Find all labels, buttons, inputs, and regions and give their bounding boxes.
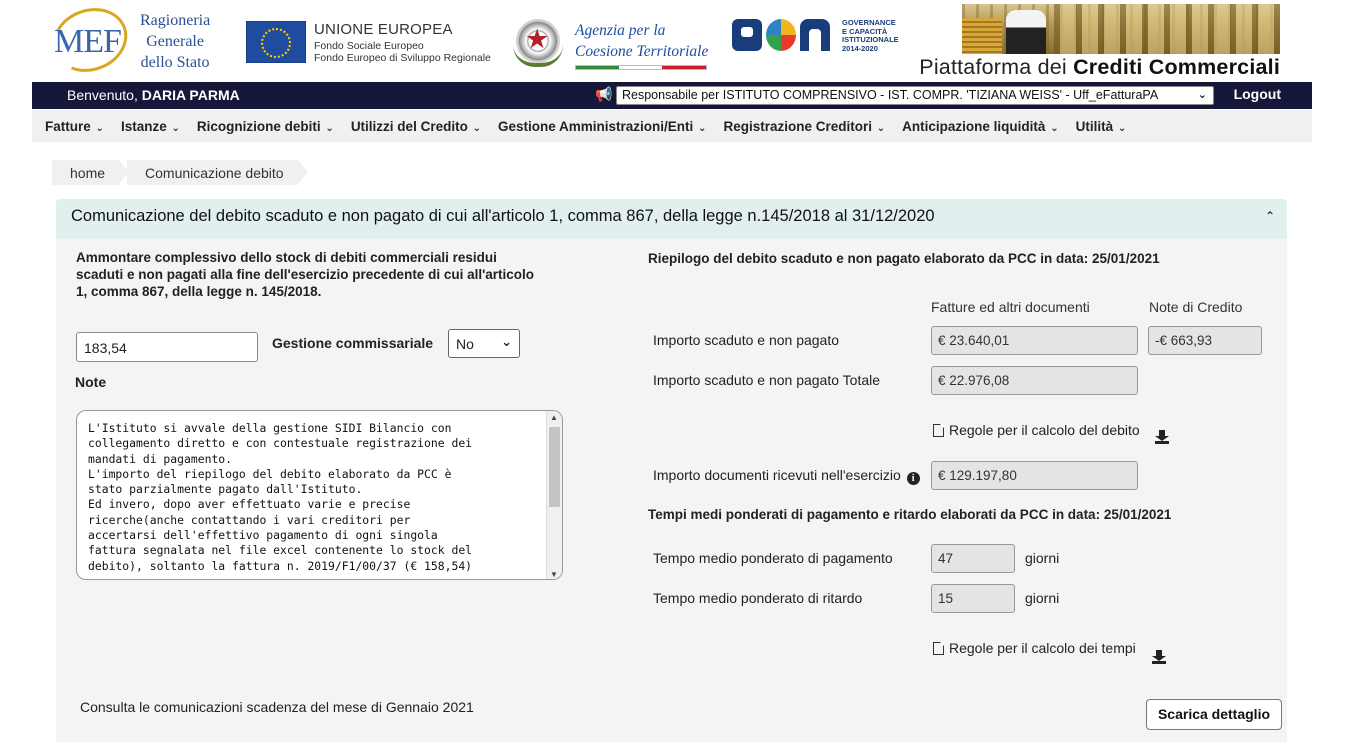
main-menu: Fatture ⌄ Istanze ⌄ Ricognizione debiti …	[32, 110, 1312, 142]
breadcrumb-home[interactable]: home	[52, 160, 130, 185]
agenzia-coesione-logo: Agenzia per la Coesione Territoriale	[575, 20, 710, 72]
logout-link[interactable]: Logout	[1234, 86, 1281, 102]
header-banner-image	[962, 4, 1280, 54]
note-label: Note	[75, 374, 107, 390]
user-bar: Benvenuto, DARIA PARMA 📢 Responsabile pe…	[32, 82, 1312, 109]
chevron-down-icon: ⌄	[92, 123, 104, 134]
chevron-down-icon: ⌄	[1197, 89, 1207, 101]
menu-anticipazione-liquidita[interactable]: Anticipazione liquidità ⌄	[902, 110, 1075, 134]
amount-label: Ammontare complessivo dello stock di deb…	[76, 250, 535, 299]
tempo-pagamento-label: Tempo medio ponderato di pagamento	[653, 550, 893, 566]
pon-logo: GOVERNANCE E CAPACITÀ ISTITUZIONALE 2014…	[732, 17, 922, 57]
chevron-down-icon: ⌄	[168, 123, 180, 134]
panel-header[interactable]: Comunicazione del debito scaduto e non p…	[56, 199, 1287, 239]
tempo-ritardo-label: Tempo medio ponderato di ritardo	[653, 590, 863, 606]
role-select[interactable]: Responsabile per ISTITUTO COMPRENSIVO - …	[616, 86, 1214, 105]
menu-fatture[interactable]: Fatture ⌄	[45, 110, 121, 134]
site-header: MEF Ragioneria Generale dello Stato UNIO…	[32, 0, 1280, 83]
importo-scaduto-note-field: -€ 663,93	[1148, 326, 1262, 355]
info-icon[interactable]: i	[906, 472, 920, 485]
menu-utilita[interactable]: Utilità ⌄	[1076, 110, 1144, 134]
regole-tempi-link[interactable]: Regole per il calcolo dei tempi	[933, 640, 1136, 656]
importo-scaduto-label: Importo scaduto e non pagato	[653, 332, 840, 348]
note-textarea[interactable]: L'Istituto si avvale della gestione SIDI…	[76, 410, 563, 580]
download-icon[interactable]	[1155, 430, 1169, 444]
chevron-down-icon: ⌄	[469, 123, 481, 134]
menu-registrazione-creditori[interactable]: Registrazione Creditori ⌄	[723, 110, 902, 134]
mef-logo-text: Ragioneria Generale dello Stato	[140, 12, 211, 71]
agenzia-line-1: Agenzia per la	[575, 22, 666, 39]
italian-flag-bar	[575, 65, 707, 70]
chevron-down-icon: ⌄	[1047, 123, 1059, 134]
importo-totale-field: € 22.976,08	[931, 366, 1138, 395]
pon-text: GOVERNANCE E CAPACITÀ ISTITUZIONALE 2014…	[842, 18, 899, 53]
scrollbar-thumb[interactable]	[549, 427, 560, 507]
gestione-commissariale-label: Gestione commissariale	[272, 335, 434, 351]
platform-title: Piattaforma dei Crediti Commerciali	[919, 55, 1280, 79]
gestione-commissariale-select[interactable]: No ⌄	[448, 329, 520, 358]
scroll-up-icon[interactable]: ▲	[550, 413, 558, 422]
menu-ricognizione-debiti[interactable]: Ricognizione debiti ⌄	[197, 110, 351, 134]
menu-istanze[interactable]: Istanze ⌄	[121, 110, 197, 134]
tempo-ritardo-field: 15	[931, 584, 1015, 613]
user-name: DARIA PARMA	[141, 87, 240, 103]
importo-ricevuti-field: € 129.197,80	[931, 461, 1138, 490]
eu-subtitle: Fondo Sociale Europeo Fondo Europeo di S…	[314, 40, 491, 64]
mef-logo-letters: MEF	[54, 23, 122, 60]
note-text: L'Istituto si avvale della gestione SIDI…	[88, 421, 473, 573]
agenzia-line-2: Coesione Territoriale	[575, 43, 709, 60]
chevron-down-icon: ⌄	[501, 334, 512, 349]
chevron-up-icon[interactable]: ⌃	[1265, 209, 1275, 223]
menu-utilizzi-credito[interactable]: Utilizzi del Credito ⌄	[351, 110, 498, 134]
pon-letter-n	[800, 19, 830, 51]
eu-flag-icon	[246, 21, 306, 63]
document-icon	[933, 424, 944, 437]
importo-scaduto-fatture-field: € 23.640,01	[931, 326, 1138, 355]
regole-debito-link[interactable]: Regole per il calcolo del debito	[933, 422, 1140, 438]
eu-title: UNIONE EUROPEA	[314, 21, 453, 38]
document-icon	[933, 642, 944, 655]
importo-totale-label: Importo scaduto e non pagato Totale	[653, 372, 881, 388]
chevron-down-icon: ⌄	[322, 123, 334, 134]
giorni-label: giorni	[1025, 590, 1060, 606]
giorni-label: giorni	[1025, 550, 1060, 566]
megaphone-icon[interactable]: 📢	[595, 86, 612, 103]
pon-letter-o	[766, 19, 796, 51]
chevron-down-icon: ⌄	[1115, 123, 1127, 134]
italian-republic-emblem-icon: ★	[513, 15, 563, 71]
amount-input[interactable]: 183,54	[76, 332, 258, 362]
breadcrumb-current: Comunicazione debito	[127, 160, 308, 185]
chevron-down-icon: ⌄	[695, 123, 707, 134]
mef-logo: MEF Ragioneria Generale dello Stato	[43, 0, 232, 83]
scarica-dettaglio-button[interactable]: Scarica dettaglio	[1146, 699, 1282, 730]
col-fatture-header: Fatture ed altri documenti	[931, 299, 1090, 315]
download-icon[interactable]	[1152, 650, 1166, 664]
tempi-title: Tempi medi ponderati di pagamento e rita…	[648, 507, 1172, 522]
riepilogo-title: Riepilogo del debito scaduto e non pagat…	[648, 251, 1160, 266]
scroll-down-icon[interactable]: ▼	[550, 570, 558, 579]
consulta-comunicazioni-link[interactable]: Consulta le comunicazioni scadenza del m…	[80, 699, 474, 715]
breadcrumb: home Comunicazione debito	[52, 160, 308, 185]
eu-logo: UNIONE EUROPEA Fondo Sociale Europeo Fon…	[246, 21, 506, 65]
pon-letter-p	[732, 19, 762, 51]
importo-ricevuti-label: Importo documenti ricevuti nell'esercizi…	[653, 467, 920, 485]
col-note-credito-header: Note di Credito	[1149, 299, 1243, 315]
chevron-down-icon: ⌄	[873, 123, 886, 134]
note-scrollbar[interactable]: ▲ ▼	[546, 411, 562, 579]
tempo-pagamento-field: 47	[931, 544, 1015, 573]
welcome-text: Benvenuto, DARIA PARMA	[67, 87, 240, 103]
comunicazione-panel: Comunicazione del debito scaduto e non p…	[56, 199, 1287, 742]
panel-title: Comunicazione del debito scaduto e non p…	[71, 207, 935, 225]
menu-gestione-amministrazioni[interactable]: Gestione Amministrazioni/Enti ⌄	[498, 110, 723, 134]
